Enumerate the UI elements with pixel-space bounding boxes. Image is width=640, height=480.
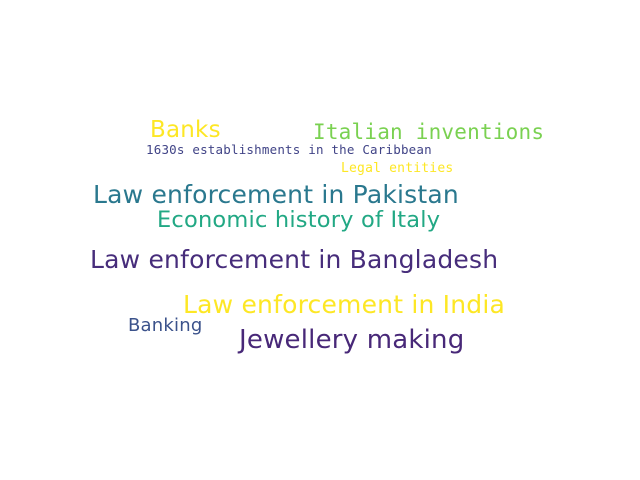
word-law-enforcement-in-india: Law enforcement in India — [183, 290, 506, 319]
word-cloud: Banks Italian inventions 1630s establish… — [0, 0, 640, 480]
word-law-enforcement-in-bangladesh: Law enforcement in Bangladesh — [90, 245, 499, 274]
word-banking: Banking — [128, 315, 203, 336]
word-jewellery-making: Jewellery making — [239, 325, 465, 355]
word-italian-inventions: Italian inventions — [313, 120, 545, 144]
word-legal-entities: Legal entities — [341, 161, 454, 176]
word-economic-history-of-italy: Economic history of Italy — [157, 207, 441, 233]
word-1630s-establishments-in-the-caribbean: 1630s establishments in the Caribbean — [146, 142, 432, 157]
word-law-enforcement-in-pakistan: Law enforcement in Pakistan — [93, 180, 459, 209]
word-banks: Banks — [150, 117, 221, 143]
